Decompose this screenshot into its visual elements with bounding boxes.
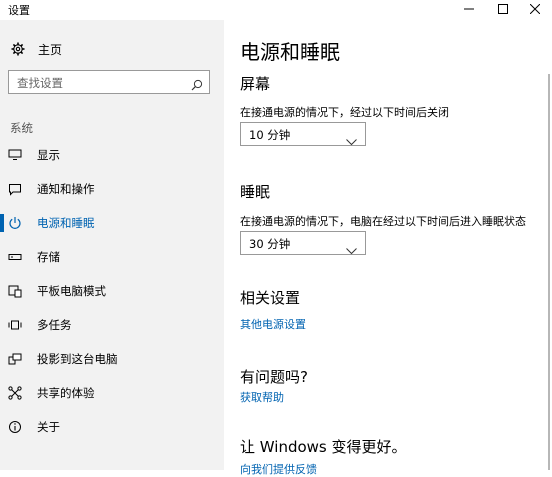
sleep-timeout-select[interactable]: 30 分钟 [240,231,366,255]
tablet-mode-icon [8,284,22,298]
screen-description: 在接通电源的情况下，经过以下时间后关闭 [240,106,449,119]
notification-icon [8,182,22,196]
multitasking-icon [8,318,22,332]
feedback-heading: 让 Windows 变得更好。 [240,438,407,456]
sleep-description: 在接通电源的情况下，电脑在经过以下时间后进入睡眠状态 [240,215,526,228]
system-section-label: 系统 [10,121,33,135]
search-placeholder: 查找设置 [17,76,63,90]
sidebar-item-power-sleep[interactable]: 电源和睡眠 [0,208,224,238]
minimize-icon [464,8,474,10]
page-title: 电源和睡眠 [240,40,340,64]
home-nav-item[interactable]: 主页 [10,40,62,58]
additional-power-settings-link[interactable]: 其他电源设置 [240,316,306,332]
sidebar-item-label: 显示 [37,148,60,162]
questions-heading: 有问题吗? [240,368,308,386]
screen-heading: 屏幕 [240,75,271,93]
power-icon [8,216,22,230]
home-label: 主页 [38,42,63,57]
storage-icon [8,250,22,264]
sidebar-item-label: 电源和睡眠 [37,216,95,230]
sidebar-item-label: 存储 [37,250,60,264]
sidebar-item-label: 关于 [37,420,60,434]
sidebar-item-notifications[interactable]: 通知和操作 [0,174,224,204]
sidebar-item-label: 平板电脑模式 [37,284,106,298]
minimize-button[interactable] [452,0,486,18]
sidebar-item-display[interactable]: 显示 [0,140,224,170]
sidebar-item-multitasking[interactable]: 多任务 [0,310,224,340]
gear-icon [10,41,26,57]
sidebar-item-label: 共享的体验 [37,386,95,400]
main-content: 电源和睡眠 屏幕 在接通电源的情况下，经过以下时间后关闭 10 分钟 睡眠 在接… [224,20,552,476]
chevron-down-icon [346,240,357,259]
project-icon [8,352,22,366]
related-settings-heading: 相关设置 [240,289,301,307]
sidebar-item-label: 多任务 [37,318,72,332]
maximize-button[interactable] [486,0,520,18]
get-help-link[interactable]: 获取帮助 [240,389,284,405]
sleep-heading: 睡眠 [240,183,271,201]
sidebar-item-label: 通知和操作 [37,182,95,196]
sidebar-item-shared-experiences[interactable]: 共享的体验 [0,378,224,408]
info-icon [8,420,22,434]
screen-timeout-value: 10 分钟 [249,128,291,142]
sidebar-item-project[interactable]: 投影到这台电脑 [0,344,224,374]
title-bar: 设置 [0,0,552,20]
sidebar-item-label: 投影到这台电脑 [37,352,118,366]
sleep-timeout-value: 30 分钟 [249,237,291,251]
window-title: 设置 [8,4,30,17]
shared-experiences-icon [8,386,22,400]
sidebar-item-tablet-mode[interactable]: 平板电脑模式 [0,276,224,306]
monitor-icon [8,148,22,162]
close-icon [530,4,540,14]
sidebar: 主页 查找设置 系统 显示 通知和操作 电源和睡眠 存储 平板电脑模式 多任务 … [0,20,224,470]
screen-timeout-select[interactable]: 10 分钟 [240,122,366,146]
scrollbar[interactable] [548,74,550,470]
sidebar-item-about[interactable]: 关于 [0,412,224,442]
maximize-icon [498,4,508,14]
close-button[interactable] [518,0,552,18]
give-feedback-link[interactable]: 向我们提供反馈 [240,461,317,477]
search-icon[interactable] [191,76,203,95]
sidebar-item-storage[interactable]: 存储 [0,242,224,272]
chevron-down-icon [346,131,357,150]
search-input[interactable]: 查找设置 [8,70,210,94]
